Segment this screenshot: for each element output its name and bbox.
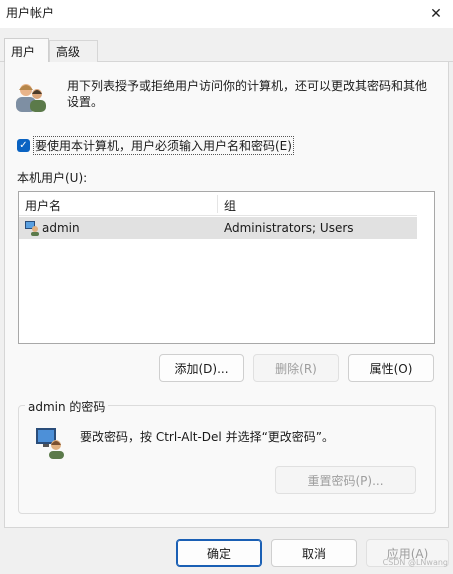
reset-password-button[interactable]: 重置密码(P)... — [275, 466, 416, 494]
list-header: 用户名 组 — [19, 192, 417, 216]
tab-strip: 用户 高级 — [0, 38, 453, 63]
user-icon — [25, 221, 39, 236]
add-button[interactable]: 添加(D)... — [159, 354, 244, 382]
intro-text: 用下列表授予或拒绝用户访问你的计算机，还可以更改其密码和其他设置。 — [67, 79, 428, 109]
require-login-label[interactable]: 要使用本计算机，用户必须输入用户名和密码(E) — [33, 136, 294, 155]
tab-users[interactable]: 用户 — [4, 38, 49, 63]
remove-button[interactable]: 删除(R) — [253, 354, 339, 382]
password-group — [18, 405, 436, 514]
cancel-button[interactable]: 取消 — [271, 539, 357, 567]
window-title: 用户帐户 — [6, 6, 55, 20]
watermark: CSDN @LNwang — [382, 558, 448, 567]
ok-button[interactable]: 确定 — [176, 539, 262, 567]
row-group: Administrators; Users — [224, 221, 354, 235]
column-divider[interactable] — [217, 195, 218, 213]
column-header-group[interactable]: 组 — [224, 197, 236, 214]
column-header-username[interactable]: 用户名 — [25, 197, 61, 214]
table-row[interactable]: admin Administrators; Users — [19, 217, 417, 239]
local-users-label: 本机用户(U): — [17, 171, 88, 185]
close-button[interactable]: ✕ — [419, 0, 453, 28]
password-instructions: 要改密码，按 Ctrl-Alt-Del 并选择“更改密码”。 — [80, 430, 335, 444]
users-icon — [16, 84, 46, 112]
require-login-row: ✓ 要使用本计算机，用户必须输入用户名和密码(E) — [17, 136, 294, 155]
password-group-title: admin 的密码 — [25, 398, 109, 415]
properties-button[interactable]: 属性(O) — [348, 354, 434, 382]
require-login-checkbox[interactable]: ✓ — [17, 139, 30, 152]
users-list[interactable]: 用户名 组 admin Administrators; Users — [18, 191, 435, 344]
row-username: admin — [42, 221, 80, 235]
title-bar: 用户帐户 ✕ — [0, 0, 453, 28]
tab-advanced[interactable]: 高级 — [49, 40, 98, 62]
password-user-icon — [36, 428, 64, 459]
